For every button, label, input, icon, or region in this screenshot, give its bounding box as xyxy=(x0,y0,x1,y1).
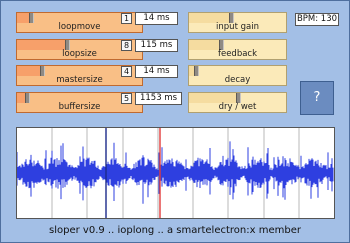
loopmove-value: 14 ms xyxy=(135,12,178,25)
input-gain-slider[interactable]: input gain xyxy=(188,12,287,33)
feedback-label: feedback xyxy=(217,49,258,59)
help-button[interactable]: ? xyxy=(300,81,334,115)
mastersize-index: 4 xyxy=(121,66,132,77)
dry-wet-slider[interactable]: dry / wet xyxy=(188,92,287,113)
waveform-canvas xyxy=(16,128,334,218)
loopmove-index: 1 xyxy=(121,13,132,24)
buffersize-index: 5 xyxy=(121,93,132,104)
waveform-trace xyxy=(16,141,334,204)
plugin-window: loopmove 1 14 ms loopsize 8 115 ms maste… xyxy=(0,0,350,243)
waveform-display[interactable] xyxy=(16,127,335,219)
loopsize-index: 8 xyxy=(121,40,132,51)
feedback-slider[interactable]: feedback xyxy=(188,39,287,60)
decay-slider[interactable]: decay xyxy=(188,65,287,86)
decay-label: decay xyxy=(224,75,251,85)
input-gain-label: input gain xyxy=(216,22,259,32)
buffersize-value: 1153 ms xyxy=(135,92,182,105)
footer-credits: sloper v0.9 .. ioplong .. a smartelectro… xyxy=(49,225,301,236)
dry-wet-label: dry / wet xyxy=(218,102,257,112)
bpm-display: BPM: 130 xyxy=(295,13,339,26)
mastersize-value: 14 ms xyxy=(135,65,178,78)
loopsize-value: 115 ms xyxy=(135,39,178,52)
